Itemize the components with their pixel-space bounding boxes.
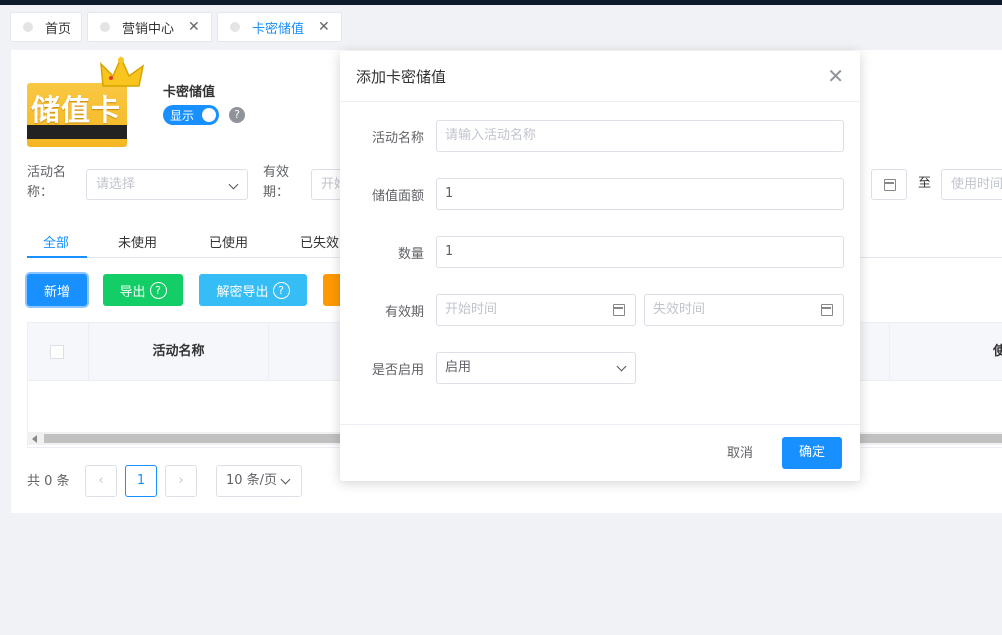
active-tab-indicator [27, 256, 87, 258]
face-value-label: 储值面额 [371, 189, 424, 204]
next-page-button[interactable]: › [165, 465, 197, 497]
column-use: 使用 [889, 323, 1002, 381]
tab-home[interactable]: 首页 [10, 12, 82, 42]
enabled-label: 是否启用 [371, 363, 424, 378]
tab-bar: 首页 营销中心 ✕ 卡密储值 ✕ [0, 5, 1002, 45]
decrypt-export-button[interactable]: 解密导出 ? [199, 274, 307, 306]
tab-all[interactable]: 全部 [43, 232, 69, 251]
range-separator: 至 [918, 176, 932, 191]
chevron-down-icon [280, 474, 291, 485]
scroll-left-icon[interactable] [32, 435, 37, 443]
tab-label: 营销中心 [122, 21, 175, 37]
enabled-select[interactable]: 启用 [436, 352, 636, 384]
chevron-down-icon [616, 361, 627, 372]
tab-expired[interactable]: 已失效 [300, 232, 339, 251]
confirm-button[interactable]: 确定 [782, 437, 842, 469]
quantity-label: 数量 [397, 247, 424, 262]
start-time-input[interactable]: 开始时间 [436, 294, 636, 326]
dialog-title: 添加卡密储值 [356, 68, 447, 86]
column-activity-name: 活动名称 [89, 323, 269, 381]
face-value-input[interactable]: 1 [436, 178, 844, 210]
page-number-1[interactable]: 1 [125, 465, 157, 497]
prev-page-button[interactable]: ‹ [85, 465, 117, 497]
tab-label: 首页 [45, 21, 72, 37]
close-icon[interactable]: ✕ [318, 19, 330, 35]
tab-dot-icon [230, 22, 240, 32]
card-image-text: 储值卡 [31, 93, 122, 127]
use-time-input[interactable]: 使用时间 [941, 169, 1002, 200]
calendar-icon [884, 179, 896, 191]
calendar-icon [613, 304, 625, 316]
tab-dot-icon [23, 22, 33, 32]
total-count: 共 0 条 [27, 474, 70, 489]
page-size-select[interactable]: 10 条/页 [216, 465, 302, 497]
select-all-checkbox[interactable] [50, 345, 64, 359]
chevron-down-icon [228, 179, 239, 190]
tab-marketing-center[interactable]: 营销中心 ✕ [87, 12, 212, 42]
recharge-card-image: 储值卡 [27, 83, 127, 147]
cancel-button[interactable]: 取消 [710, 438, 770, 469]
help-icon[interactable]: ? [229, 107, 245, 123]
activity-filter-label: 活动名称： [27, 165, 67, 200]
add-card-dialog: 添加卡密储值 ✕ 活动名称 请输入活动名称 储值面额 1 数量 1 有效期 开始… [340, 51, 860, 481]
validity-label: 有效期 [384, 305, 424, 320]
page-title: 卡密储值 [163, 85, 216, 100]
tab-dot-icon [100, 22, 110, 32]
toggle-label: 显示 [170, 109, 195, 123]
display-toggle[interactable]: 显示 [163, 105, 219, 125]
add-button[interactable]: 新增 [27, 274, 87, 306]
end-time-input[interactable]: 失效时间 [644, 294, 844, 326]
date-input-tail[interactable] [871, 169, 907, 200]
tab-used[interactable]: 已使用 [209, 232, 248, 251]
crown-icon [100, 56, 145, 87]
tab-label: 卡密储值 [252, 21, 305, 37]
question-icon: ? [149, 281, 167, 299]
export-button[interactable]: 导出 ? [103, 274, 183, 306]
tab-card-recharge[interactable]: 卡密储值 ✕ [217, 12, 342, 42]
calendar-icon [821, 304, 833, 316]
tab-unused[interactable]: 未使用 [118, 232, 157, 251]
activity-name-label: 活动名称 [371, 131, 424, 146]
quantity-input[interactable]: 1 [436, 236, 844, 268]
close-icon[interactable]: ✕ [827, 64, 844, 88]
activity-name-input[interactable]: 请输入活动名称 [436, 120, 844, 152]
question-icon: ? [272, 281, 290, 299]
close-icon[interactable]: ✕ [188, 19, 200, 35]
validity-filter-label: 有效期： [263, 165, 290, 200]
activity-filter-select[interactable]: 请选择 [86, 169, 248, 200]
